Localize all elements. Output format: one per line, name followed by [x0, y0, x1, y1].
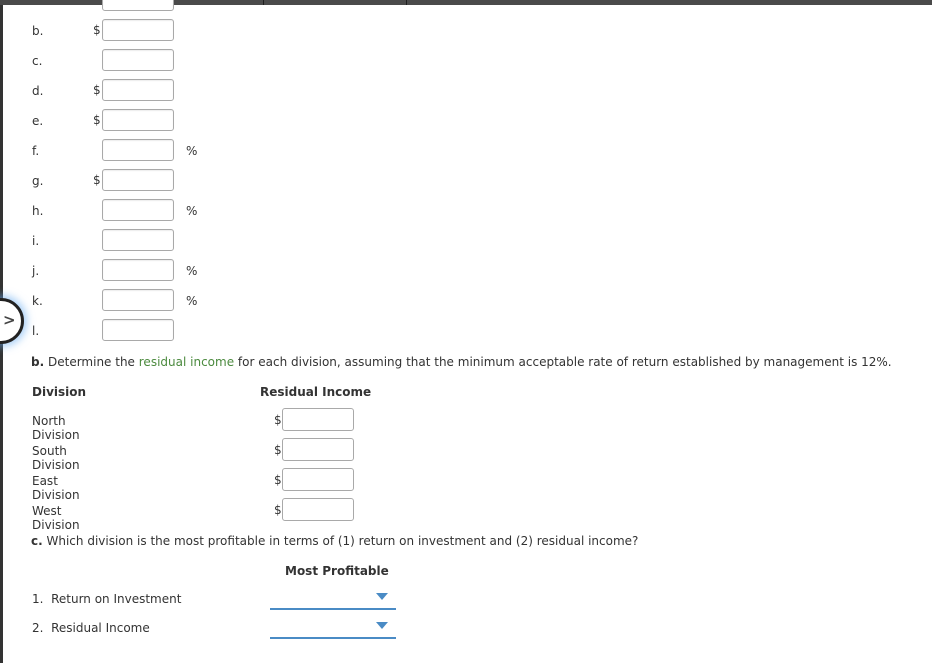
percent-suffix: %	[186, 144, 198, 158]
currency-prefix: $	[93, 83, 101, 97]
division-name: North Division	[32, 414, 80, 442]
row-label: b.	[32, 24, 44, 38]
chevron-right-icon: >	[3, 311, 16, 329]
west-residual-input[interactable]	[282, 498, 354, 521]
row-label: 2. Residual Income	[32, 621, 150, 635]
row-label: k.	[32, 294, 43, 308]
residual-income-column-header: Residual Income	[260, 385, 372, 399]
row-label: g.	[32, 174, 44, 188]
division-name: East Division	[32, 474, 80, 502]
residual-income-glossary-link[interactable]: residual income	[139, 355, 234, 369]
row-label: f.	[32, 144, 40, 158]
percent-suffix: %	[186, 204, 198, 218]
currency-prefix: $	[274, 413, 282, 427]
answer-input-c[interactable]	[102, 49, 174, 71]
row-label: i.	[32, 234, 40, 248]
caret-down-icon	[376, 622, 388, 629]
residual-income-most-profitable-dropdown[interactable]	[270, 615, 396, 639]
currency-prefix: $	[93, 173, 101, 187]
row-label: l.	[32, 324, 40, 338]
division-name: West Division	[32, 504, 80, 532]
answer-input-k[interactable]	[102, 289, 174, 311]
south-residual-input[interactable]	[282, 438, 354, 461]
percent-suffix: %	[186, 264, 198, 278]
currency-prefix: $	[93, 113, 101, 127]
caret-down-icon	[376, 593, 388, 600]
row-label: d.	[32, 84, 44, 98]
row-label: c.	[32, 54, 43, 68]
answer-input-f[interactable]	[102, 139, 174, 161]
currency-prefix: $	[93, 23, 101, 37]
question-letter: c.	[31, 534, 43, 548]
most-profitable-header: Most Profitable	[285, 564, 389, 578]
answer-input-d[interactable]	[102, 79, 174, 101]
question-text: Which division is the most profitable in…	[46, 534, 639, 548]
answer-input-l[interactable]	[102, 319, 174, 341]
question-c: c. Which division is the most profitable…	[31, 534, 638, 548]
toolbar-divider	[263, 0, 264, 5]
answer-input-h[interactable]	[102, 199, 174, 221]
answer-input-e[interactable]	[102, 109, 174, 131]
division-name: South Division	[32, 444, 80, 472]
question-text: Determine the	[47, 355, 135, 369]
row-label: e.	[32, 114, 44, 128]
division-column-header: Division	[32, 385, 87, 399]
answer-input-j[interactable]	[102, 259, 174, 281]
row-label: j.	[32, 264, 40, 278]
question-text: for each division, assuming that the min…	[237, 355, 892, 369]
answer-input-b[interactable]	[102, 19, 174, 41]
east-residual-input[interactable]	[282, 468, 354, 491]
row-label: h.	[32, 204, 44, 218]
currency-prefix: $	[274, 503, 282, 517]
answer-input-i[interactable]	[102, 229, 174, 251]
answer-input[interactable]	[102, 0, 174, 11]
north-residual-input[interactable]	[282, 408, 354, 431]
percent-suffix: %	[186, 294, 198, 308]
currency-prefix: $	[274, 443, 282, 457]
collapse-panel-button[interactable]: >	[0, 298, 24, 344]
toolbar-divider	[406, 0, 407, 5]
roi-most-profitable-dropdown[interactable]	[270, 586, 396, 610]
question-letter: b.	[31, 355, 45, 369]
currency-prefix: $	[274, 473, 282, 487]
answer-input-g[interactable]	[102, 169, 174, 191]
question-b: b. Determine the residual income for eac…	[31, 355, 892, 369]
row-label: 1. Return on Investment	[32, 592, 182, 606]
